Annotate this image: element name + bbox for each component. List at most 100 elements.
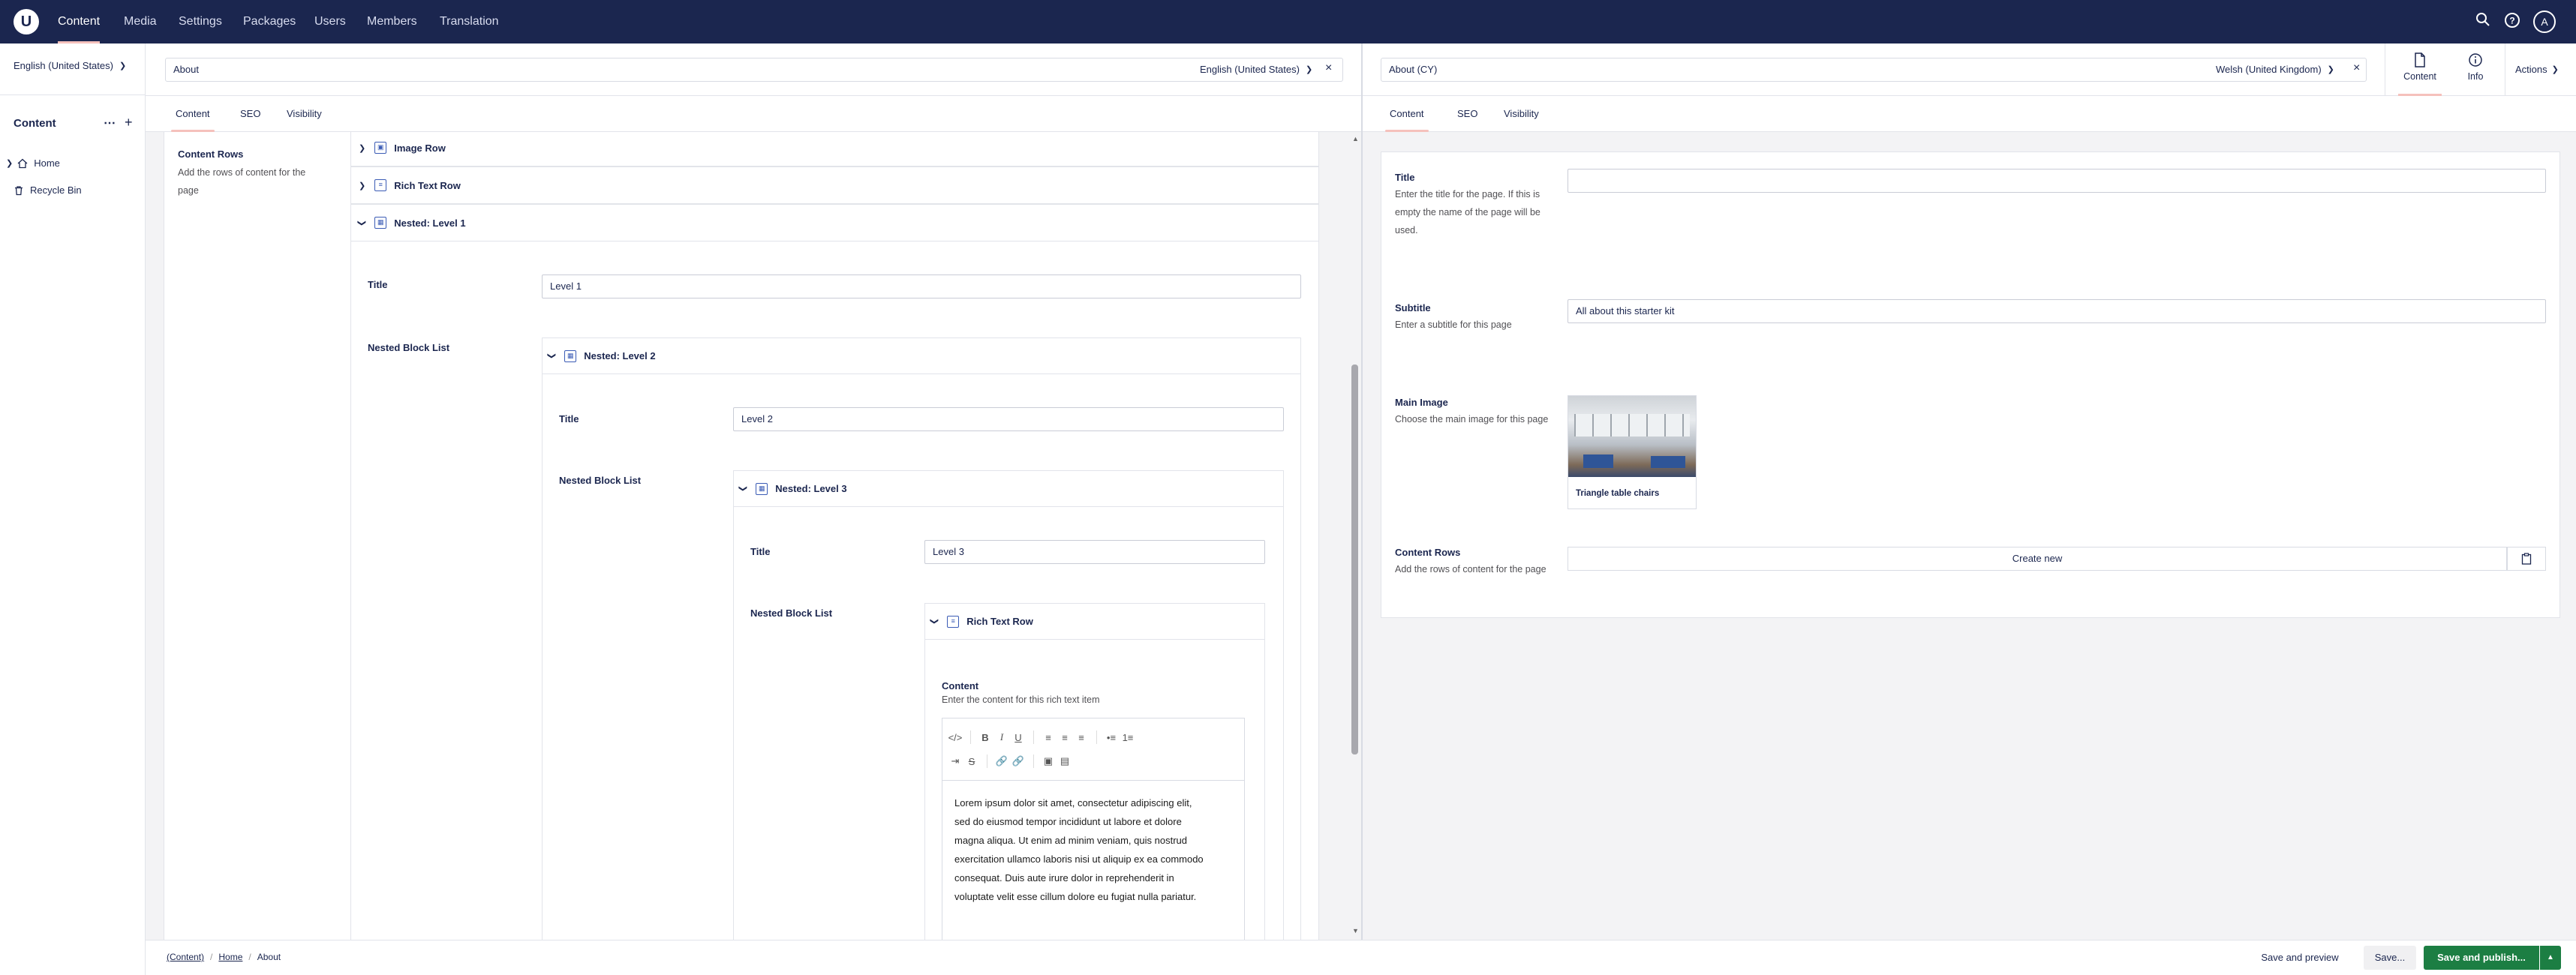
nav-users[interactable]: Users (314, 0, 346, 44)
divider (1026, 754, 1034, 768)
left-pane-scrollbar[interactable]: ▲ ▼ (1349, 132, 1361, 940)
content-rows-description: Add the rows of content for the page (178, 167, 306, 196)
link-icon[interactable]: 🔗 (993, 755, 1010, 767)
tree-item-home[interactable]: ❯ Home (6, 158, 60, 169)
chevron-right-icon[interactable]: ❯ (359, 143, 365, 153)
nav-content[interactable]: Content (58, 0, 101, 44)
align-right-icon[interactable]: ≡ (1073, 732, 1090, 743)
nav-media[interactable]: Media (124, 0, 157, 44)
block-rich-text-row[interactable]: ❯ ≡ Rich Text Row (350, 166, 1318, 204)
left-culture-switcher[interactable]: English (United States) ❯ (1200, 64, 1312, 75)
split-view-divider[interactable] (1361, 44, 1363, 940)
level-2-title-input[interactable]: Level 2 (733, 407, 1284, 431)
image-icon: ▣ (374, 142, 387, 154)
app-label: Info (2467, 71, 2484, 82)
help-icon[interactable]: ? (2503, 12, 2521, 30)
chevron-down-icon[interactable]: ❯ (547, 352, 557, 359)
window-panes (1574, 414, 1690, 436)
bold-icon[interactable]: B (977, 732, 993, 743)
umbraco-logo-icon[interactable]: U (14, 9, 39, 34)
bullet-list-icon[interactable]: •≡ (1103, 732, 1120, 743)
input-value: Level 1 (550, 280, 582, 292)
rich-text-row-header[interactable]: ❯ ≡ Rich Text Row (925, 604, 1264, 640)
breadcrumb-item[interactable]: Home (218, 952, 242, 962)
italic-icon[interactable]: I (993, 731, 1010, 743)
nav-translation[interactable]: Translation (440, 0, 499, 44)
chevron-down-icon[interactable]: ❯ (738, 485, 748, 492)
save-and-publish-button[interactable]: Save and publish... (2424, 946, 2539, 970)
nav-packages[interactable]: Packages (243, 0, 296, 44)
align-center-icon[interactable]: ≡ (1057, 732, 1073, 743)
document-name-input[interactable]: About (165, 58, 1343, 82)
add-icon[interactable]: + (125, 115, 133, 130)
actions-menu[interactable]: Actions ❯ (2515, 64, 2559, 75)
subtitle-description: Enter a subtitle for this page (1395, 320, 1512, 330)
source-code-icon[interactable]: </> (947, 732, 963, 743)
align-left-icon[interactable]: ≡ (1040, 732, 1057, 743)
tree-item-label: Recycle Bin (30, 184, 82, 196)
subtitle-label: Subtitle (1395, 302, 1431, 314)
tab-seo[interactable]: SEO (240, 96, 260, 132)
publish-options-chevron-up-icon[interactable]: ▲ (2540, 946, 2561, 970)
indent-icon[interactable]: ⇥ (947, 755, 963, 767)
tab-content[interactable]: Content (1385, 96, 1429, 132)
chevron-right-icon: ❯ (119, 62, 127, 70)
breadcrumb-item[interactable]: (Content) (167, 952, 204, 962)
strikethrough-icon[interactable]: S (963, 756, 980, 767)
close-icon[interactable]: × (1325, 62, 1332, 75)
tab-content[interactable]: Content (171, 96, 215, 132)
nav-members[interactable]: Members (367, 0, 417, 44)
content-tree-sidebar: English (United States) ❯ Content ⋯ + ❯ … (0, 44, 146, 975)
create-new-button[interactable]: Create new (1568, 547, 2507, 571)
right-culture-switcher[interactable]: Welsh (United Kingdom) ❯ (2216, 64, 2334, 75)
main-image-card[interactable]: Triangle table chairs (1568, 395, 1697, 509)
chevron-right-icon: ❯ (2327, 65, 2334, 74)
close-icon[interactable]: × (2353, 62, 2360, 75)
tab-visibility[interactable]: Visibility (287, 96, 322, 132)
tree-item-recycle-bin[interactable]: Recycle Bin (14, 184, 82, 196)
chevron-right-icon[interactable]: ❯ (359, 181, 365, 190)
numbered-list-icon[interactable]: 1≡ (1120, 732, 1136, 743)
nested-level-2-header[interactable]: ❯ ▦ Nested: Level 2 (543, 338, 1300, 374)
save-button[interactable]: Save... (2364, 946, 2416, 970)
nav-settings[interactable]: Settings (179, 0, 222, 44)
clipboard-button[interactable] (2507, 547, 2546, 571)
search-icon[interactable] (2474, 12, 2492, 30)
rich-text-editor[interactable]: </> B I U ≡ ≡ ≡ •≡ 1≡ ⇥ S 🔗 🔗 ▣ ▤ Lorem … (942, 718, 1245, 940)
block-image-row[interactable]: ❯ ▣ Image Row (350, 132, 1318, 166)
block-nested-level-1-header[interactable]: ❯ ▦ Nested: Level 1 (350, 204, 1318, 242)
title-input[interactable] (1568, 169, 2546, 193)
tab-visibility[interactable]: Visibility (1504, 96, 1539, 132)
block-title: Nested: Level 1 (394, 217, 466, 229)
chevron-right-icon[interactable]: ❯ (6, 158, 13, 168)
underline-icon[interactable]: U (1010, 732, 1026, 743)
user-avatar[interactable]: A (2533, 10, 2556, 33)
rte-body[interactable]: Lorem ipsum dolor sit amet, consectetur … (954, 794, 1240, 906)
culture-selector[interactable]: English (United States) ❯ (14, 60, 126, 71)
scrollbar-thumb[interactable] (1351, 364, 1358, 754)
unlink-icon: 🔗 (1011, 755, 1025, 766)
document-icon: ≡ (947, 615, 960, 628)
rte-line: sed do eiusmod tempor incididunt ut labo… (954, 816, 1182, 827)
level-3-title-input[interactable]: Level 3 (924, 540, 1265, 564)
content-description: Enter the content for this rich text ite… (942, 694, 1100, 705)
save-and-preview-button[interactable]: Save and preview (2251, 946, 2349, 970)
title-description: Enter the title for the page. If this is… (1395, 189, 1540, 236)
divider (0, 94, 146, 95)
scroll-down-icon[interactable]: ▼ (1352, 927, 1359, 934)
right-content-card: Title Enter the title for the page. If t… (1381, 152, 2560, 618)
rte-line: Lorem ipsum dolor sit amet, consectetur … (954, 797, 1192, 808)
scroll-up-icon[interactable]: ▲ (1352, 135, 1359, 142)
nested-level-3-header[interactable]: ❯ ▦ Nested: Level 3 (734, 471, 1283, 507)
level-1-title-input[interactable]: Level 1 (542, 274, 1301, 298)
subtitle-input[interactable]: All about this starter kit (1568, 299, 2546, 323)
more-options-icon[interactable]: ⋯ (104, 116, 116, 130)
app-content[interactable]: Content (2392, 44, 2448, 96)
app-info[interactable]: Info (2449, 44, 2502, 96)
title-label: Title (1395, 172, 1415, 183)
insert-macro-icon[interactable]: ▤ (1057, 755, 1073, 767)
chevron-down-icon[interactable]: ❯ (930, 618, 939, 625)
tab-seo[interactable]: SEO (1457, 96, 1477, 132)
chevron-down-icon[interactable]: ❯ (357, 219, 367, 226)
insert-image-icon[interactable]: ▣ (1040, 755, 1057, 767)
